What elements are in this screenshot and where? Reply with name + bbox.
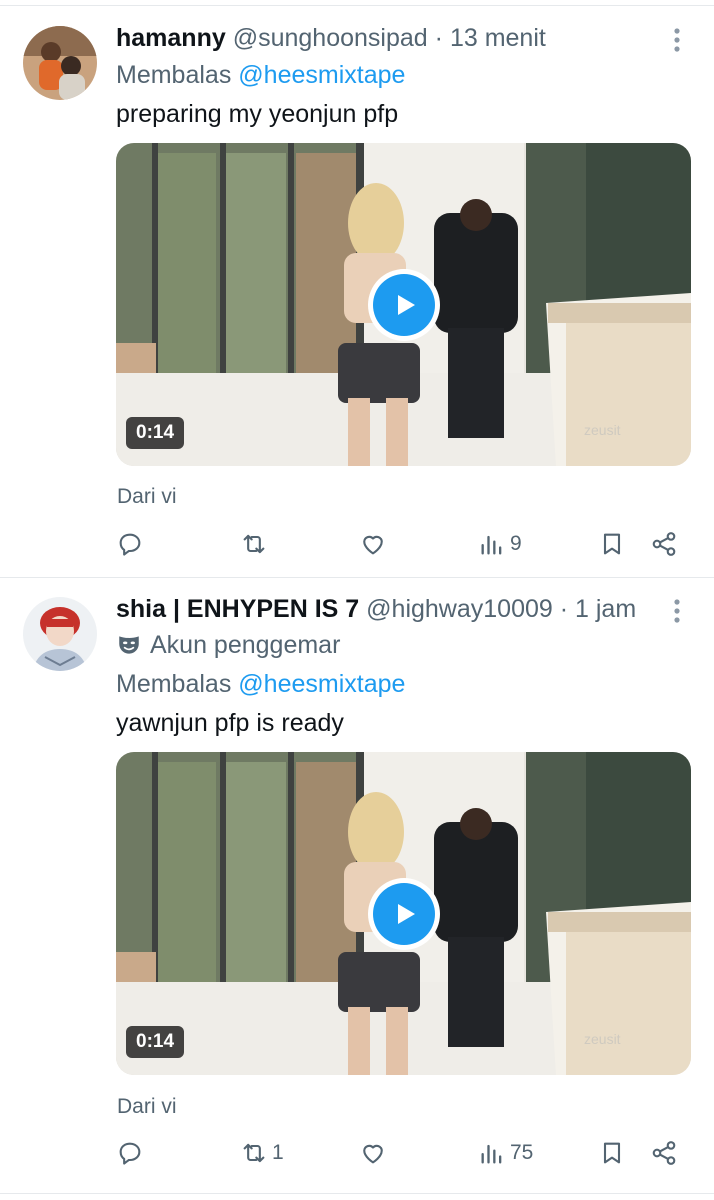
tweet-header: hamanny @sunghoonsipad · 13 menit bbox=[116, 23, 546, 53]
more-options-icon[interactable] bbox=[664, 596, 690, 626]
reply-prefix: Membalas bbox=[116, 670, 232, 698]
handle[interactable]: @sunghoonsipad bbox=[233, 24, 428, 52]
reply-button[interactable] bbox=[116, 527, 148, 561]
video-watermark: zeusit bbox=[584, 1031, 621, 1047]
tweet-header: shia | ENHYPEN IS 7 @highway10009 · 1 ja… bbox=[116, 594, 636, 624]
tweet-actions: 1 75 bbox=[0, 1136, 714, 1170]
source-label: Dari vi bbox=[117, 1095, 177, 1118]
share-icon bbox=[652, 1141, 676, 1165]
reply-icon bbox=[119, 1142, 141, 1165]
tweet-text: yawnjun pfp is ready bbox=[116, 709, 344, 737]
play-icon bbox=[373, 883, 435, 945]
views-icon bbox=[481, 535, 502, 555]
separator: · bbox=[559, 595, 569, 623]
reply-context: Membalas @heesmixtape bbox=[116, 60, 405, 90]
reply-mention-link[interactable]: @heesmixtape bbox=[238, 670, 405, 698]
reply-button[interactable] bbox=[116, 1136, 148, 1170]
like-icon bbox=[363, 535, 383, 555]
reply-icon bbox=[119, 533, 141, 556]
video-duration: 0:14 bbox=[126, 1026, 185, 1058]
handle[interactable]: @highway10009 bbox=[366, 595, 553, 623]
source-label: Dari vi bbox=[117, 485, 177, 508]
views-count: 9 bbox=[510, 532, 522, 555]
tweet-text: preparing my yeonjun pfp bbox=[116, 100, 399, 128]
retweet-icon bbox=[243, 1143, 265, 1163]
like-icon bbox=[363, 1144, 383, 1164]
video-watermark: zeusit bbox=[584, 422, 621, 438]
views-count: 75 bbox=[510, 1141, 534, 1164]
reply-mention-link[interactable]: @heesmixtape bbox=[238, 61, 405, 89]
share-button[interactable] bbox=[650, 1136, 678, 1170]
tweet[interactable]: hamanny @sunghoonsipad · 13 menit Membal… bbox=[0, 0, 714, 576]
timestamp[interactable]: 13 menit bbox=[450, 24, 546, 52]
tweet-actions: 9 bbox=[0, 527, 714, 561]
bookmark-icon bbox=[603, 1142, 621, 1164]
video-player[interactable]: zeusit 0:14 bbox=[116, 143, 691, 466]
like-button[interactable] bbox=[359, 527, 391, 561]
retweet-button[interactable]: 1 bbox=[240, 1136, 284, 1170]
separator: · bbox=[434, 24, 443, 52]
bookmark-button[interactable] bbox=[598, 527, 626, 561]
timestamp[interactable]: 1 jam bbox=[575, 595, 636, 623]
retweet-icon bbox=[243, 534, 265, 554]
tweet[interactable]: shia | ENHYPEN IS 7 @highway10009 · 1 ja… bbox=[0, 578, 714, 1193]
fan-account-label: Akun penggemar bbox=[150, 631, 341, 659]
bottom-border bbox=[0, 1193, 714, 1200]
video-duration: 0:14 bbox=[126, 417, 185, 449]
play-button[interactable] bbox=[368, 269, 440, 341]
play-icon bbox=[373, 274, 435, 336]
views-icon bbox=[481, 1144, 502, 1164]
more-options-icon[interactable] bbox=[664, 25, 690, 55]
play-button[interactable] bbox=[368, 878, 440, 950]
share-icon bbox=[652, 532, 676, 556]
avatar[interactable] bbox=[23, 26, 97, 100]
video-player[interactable]: zeusit 0:14 bbox=[116, 752, 691, 1075]
theater-mask-icon bbox=[119, 636, 139, 654]
retweet-count: 1 bbox=[272, 1141, 284, 1164]
bookmark-button[interactable] bbox=[598, 1136, 626, 1170]
like-button[interactable] bbox=[359, 1136, 391, 1170]
bookmark-icon bbox=[603, 533, 621, 555]
share-button[interactable] bbox=[650, 527, 678, 561]
views-button[interactable]: 9 bbox=[478, 527, 522, 561]
reply-prefix: Membalas bbox=[116, 61, 232, 89]
retweet-button[interactable] bbox=[240, 527, 272, 561]
fan-account-badge: Akun penggemar bbox=[116, 630, 340, 660]
reply-context: Membalas @heesmixtape bbox=[116, 669, 405, 699]
avatar[interactable] bbox=[23, 597, 97, 671]
display-name[interactable]: shia | ENHYPEN IS 7 bbox=[116, 595, 359, 623]
display-name[interactable]: hamanny bbox=[116, 24, 226, 52]
views-button[interactable]: 75 bbox=[478, 1136, 533, 1170]
